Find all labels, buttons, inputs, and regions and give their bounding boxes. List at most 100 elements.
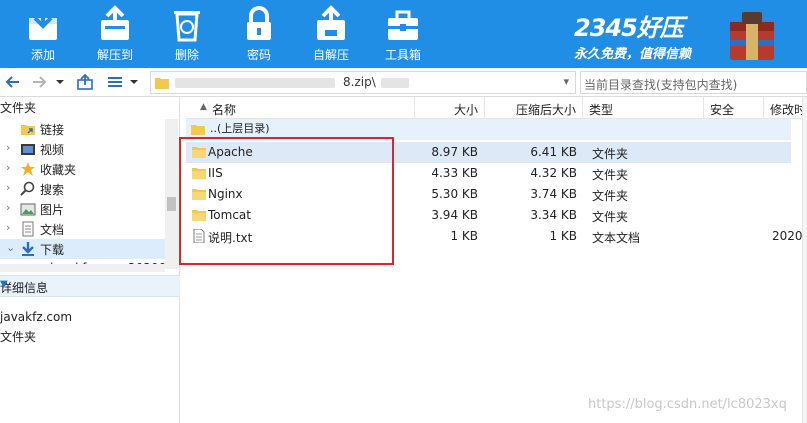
file-name: Nginx — [208, 187, 243, 201]
folder-icon — [191, 125, 205, 135]
expand-chevron-icon[interactable]: › — [6, 181, 10, 194]
file-row[interactable]: Apache 8.97 KB 6.41 KB 文件夹 — [186, 142, 791, 163]
add-button[interactable]: 添加 — [14, 0, 72, 68]
expand-chevron-icon[interactable]: › — [6, 141, 10, 154]
view-list-icon[interactable] — [106, 73, 124, 91]
file-size: 4.33 KB — [431, 166, 478, 180]
file-compressed-size: 1 KB — [549, 229, 577, 243]
tree-item-favorites[interactable]: › 收藏夹 — [0, 159, 165, 179]
self-extract-button[interactable]: 自解压 — [302, 0, 360, 68]
file-size: 3.94 KB — [431, 208, 478, 222]
file-compressed-size: 3.74 KB — [530, 187, 577, 201]
folder-icon — [155, 78, 169, 89]
tree-item-videos[interactable]: › 视频 — [0, 139, 165, 159]
folder-tree-pane: 文件夹 链接 › 视频 › 收藏夹 › 搜索 › 图片 › 文档 ⌄ 下载 详细… — [0, 97, 180, 423]
column-name[interactable]: ▲ 名称 — [186, 97, 415, 119]
back-arrow-icon[interactable] — [4, 73, 22, 91]
expand-chevron-icon[interactable]: › — [6, 221, 10, 234]
file-compressed-size: 4.32 KB — [530, 166, 577, 180]
column-compressed[interactable]: 压缩后大小 — [485, 97, 583, 119]
file-name: Apache — [208, 145, 253, 159]
chevron-down-icon[interactable]: ▾ — [563, 75, 569, 88]
tree-vertical-scrollbar[interactable] — [165, 119, 178, 269]
add-label: 添加 — [30, 48, 55, 62]
expand-chevron-icon[interactable]: › — [6, 201, 10, 214]
documents-folder-icon — [22, 221, 34, 237]
file-type: 文件夹 — [592, 189, 629, 203]
scrollbar-thumb[interactable] — [167, 197, 176, 211]
toolbox-button[interactable]: 工具箱 — [374, 0, 432, 68]
file-size: 8.97 KB — [431, 145, 478, 159]
tree-item-links[interactable]: 链接 — [0, 119, 165, 139]
column-compressed-label: 压缩后大小 — [515, 103, 576, 117]
file-row[interactable]: Tomcat 3.94 KB 3.34 KB 文件夹 — [186, 205, 791, 226]
extract-to-button[interactable]: 解压到 — [86, 0, 144, 68]
details-name: javakfz.com — [0, 310, 73, 324]
file-type: 文本文档 — [592, 231, 641, 245]
sort-up-icon: ▲ — [200, 102, 207, 112]
folder-icon — [192, 147, 206, 158]
parent-dir-row[interactable]: ..(上层目录) — [186, 119, 791, 140]
tree-item-label: 文档 — [40, 223, 65, 237]
forward-arrow-icon[interactable] — [30, 73, 48, 91]
address-bar: 8.zip\ ▾ 当前目录查找(支持包内查找) — [0, 68, 807, 97]
trash-icon — [174, 11, 200, 42]
expand-chevron-icon[interactable]: › — [6, 161, 10, 174]
file-name: 说明.txt — [208, 231, 253, 245]
favorites-icon — [21, 162, 35, 176]
column-type[interactable]: 类型 — [583, 97, 704, 119]
file-compressed-size: 6.41 KB — [530, 145, 577, 159]
details-section-header[interactable]: 详细信息 ▼ — [0, 275, 180, 297]
text-file-icon — [193, 229, 205, 243]
column-size[interactable]: 大小 — [415, 97, 485, 119]
brand-name: 2345好压 — [574, 14, 684, 42]
delete-button[interactable]: 删除 — [158, 0, 216, 68]
file-type: 文件夹 — [592, 147, 629, 161]
file-row[interactable]: 说明.txt 1 KB 1 KB 文本文档 2020- — [186, 226, 807, 247]
view-dropdown-icon[interactable] — [128, 73, 140, 91]
column-security[interactable]: 安全 — [704, 97, 764, 119]
search-input[interactable]: 当前目录查找(支持包内查找) — [580, 71, 807, 94]
column-modified[interactable]: 修改时 — [764, 97, 807, 119]
tree-item-search[interactable]: › 搜索 — [0, 179, 165, 199]
delete-label: 删除 — [174, 48, 199, 62]
path-text: 8.zip\ — [343, 75, 376, 89]
lock-icon — [247, 6, 271, 40]
password-button[interactable]: 密码 — [230, 0, 288, 68]
toolbox-label: 工具箱 — [384, 48, 421, 62]
tree-item-label: 视频 — [40, 143, 65, 157]
column-name-label: 名称 — [212, 103, 237, 117]
toolbox-icon — [388, 10, 418, 40]
link-folder-icon — [21, 125, 35, 135]
file-row[interactable]: IIS 4.33 KB 4.32 KB 文件夹 — [186, 163, 791, 184]
file-row[interactable]: Nginx 5.30 KB 3.74 KB 文件夹 — [186, 184, 791, 205]
tree-item-documents[interactable]: › 文档 — [0, 219, 165, 239]
folder-tree-header: 文件夹 — [0, 101, 37, 115]
folder-icon — [192, 210, 206, 221]
search-placeholder: 当前目录查找(支持包内查找) — [584, 78, 738, 92]
file-compressed-size: 3.34 KB — [530, 208, 577, 222]
tree-item-label: 收藏夹 — [40, 163, 77, 177]
chevron-down-icon[interactable]: ▼ — [0, 279, 174, 290]
search-folder-icon — [20, 181, 35, 196]
tree-horizontal-scrollbar[interactable] — [0, 264, 165, 272]
column-size-label: 大小 — [453, 103, 478, 117]
tree-item-downloads[interactable]: ⌄ 下载 — [0, 239, 165, 259]
brand-slogan: 永久免费，值得信赖 — [574, 47, 692, 62]
collapse-chevron-icon[interactable]: ⌄ — [6, 241, 15, 254]
history-dropdown-icon[interactable] — [54, 73, 66, 91]
self-extract-label: 自解压 — [312, 48, 349, 62]
main-toolbar: 添加 解压到 删除 密码 自解压 工具箱 2345好压 永久免费，值得信赖 — [0, 0, 807, 68]
file-list-vertical-scrollbar[interactable] — [802, 97, 807, 423]
tree-item-pictures[interactable]: › 图片 — [0, 199, 165, 219]
add-archive-icon — [29, 6, 57, 40]
folder-icon — [192, 189, 206, 200]
file-size: 1 KB — [450, 229, 478, 243]
watermark: https://blog.csdn.net/lc8023xq — [588, 397, 787, 412]
column-modified-label: 修改时 — [770, 103, 807, 117]
path-field[interactable]: 8.zip\ ▾ — [150, 71, 576, 94]
tree-item-label: 下载 — [40, 243, 65, 257]
password-label: 密码 — [246, 48, 271, 62]
up-folder-icon[interactable] — [76, 73, 94, 91]
file-type: 文件夹 — [592, 168, 629, 182]
